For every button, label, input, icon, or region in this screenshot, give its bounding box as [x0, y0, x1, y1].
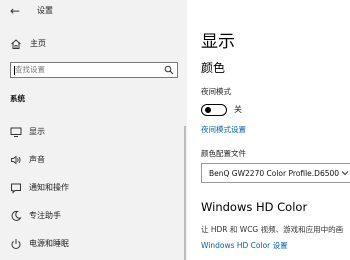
notification-icon — [11, 183, 21, 194]
color-heading: 颜色 — [201, 61, 226, 75]
title-bar: ← 设置 — [0, 0, 187, 24]
sidebar-item-label: 通知和操作 — [29, 183, 69, 192]
night-light-state: 关 — [234, 105, 242, 114]
page-title: 显示 — [201, 32, 235, 52]
app-title: 设置 — [37, 6, 53, 15]
hdr-settings-link[interactable]: Windows HD Color 设置 — [201, 242, 288, 250]
search-icon[interactable] — [164, 65, 174, 75]
sidebar-item-label: 显示 — [29, 127, 45, 136]
hdr-description: 让 HDR 和 WCG 视频、游戏和应用中的画 — [201, 225, 344, 234]
sidebar-item-label: 主页 — [30, 39, 46, 48]
search-placeholder: 查找设置 — [15, 65, 45, 74]
sidebar-item-sound[interactable]: 声音 — [0, 150, 187, 170]
sidebar-scrollbar[interactable] — [184, 126, 186, 260]
search-input[interactable]: 查找设置 — [10, 62, 178, 78]
toggle-knob — [204, 106, 211, 113]
sidebar-item-notifications[interactable]: 通知和操作 — [0, 178, 187, 198]
color-profile-select[interactable]: BenQ GW2270 Color Profile.D6500 — [201, 163, 350, 183]
night-light-label: 夜间模式 — [201, 87, 231, 96]
power-icon — [11, 239, 21, 249]
night-light-toggle[interactable] — [201, 104, 227, 116]
night-light-settings-link[interactable]: 夜间模式设置 — [201, 126, 246, 134]
speaker-icon — [11, 155, 21, 165]
sidebar-item-focus-assist[interactable]: 专注助手 — [0, 206, 187, 226]
back-arrow-icon[interactable]: ← — [10, 5, 20, 17]
home-icon — [11, 39, 21, 49]
sidebar-item-home[interactable]: 主页 — [10, 38, 180, 50]
chevron-down-icon — [341, 171, 349, 176]
monitor-icon — [10, 127, 22, 137]
sidebar-item-display[interactable]: 显示 — [0, 122, 187, 142]
color-profile-label: 颜色配置文件 — [201, 149, 246, 158]
sidebar-item-label: 声音 — [29, 155, 45, 164]
section-label: 系统 — [10, 94, 25, 103]
color-profile-value: BenQ GW2270 Color Profile.D6500 — [209, 169, 340, 178]
moon-icon — [11, 210, 22, 221]
hdr-heading: Windows HD Color — [201, 200, 308, 214]
sidebar-item-power-sleep[interactable]: 电源和睡眠 — [0, 234, 187, 254]
sidebar-item-label: 电源和睡眠 — [29, 239, 69, 248]
sidebar-item-label: 专注助手 — [29, 211, 61, 220]
sidebar: ← 设置 主页 查找设置 系统 显示 声音 通知和操作 专注助手 电源和睡眠 — [0, 0, 187, 260]
